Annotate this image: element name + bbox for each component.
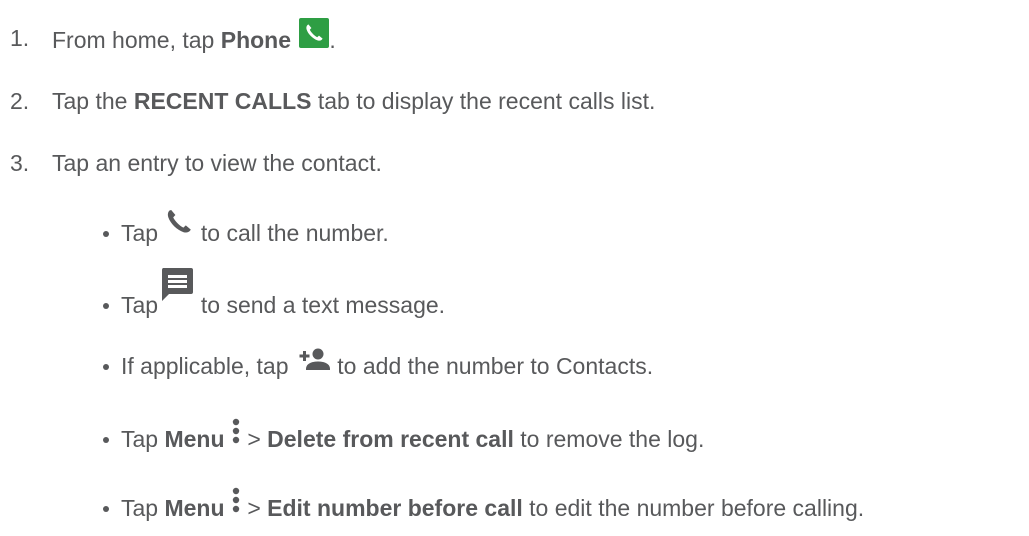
bullet-edit: Tap Menu > Edit number before call to ed… bbox=[103, 487, 865, 522]
step-number: 3. bbox=[10, 150, 30, 176]
bullet-dot bbox=[103, 302, 109, 309]
bullet-text-end: to remove the log. bbox=[513, 426, 705, 452]
step-text-end: tab to display the recent calls list. bbox=[311, 88, 656, 114]
bullet-text: Tap bbox=[121, 495, 165, 521]
add-contact-icon bbox=[299, 348, 331, 372]
menu-label: Menu bbox=[164, 426, 225, 452]
bullet-message: Tap to send a text message. bbox=[103, 268, 446, 319]
step-text-end: . bbox=[329, 27, 336, 53]
bullet-text: Tap bbox=[121, 426, 165, 452]
bullet-text-end: to add the number to Contacts. bbox=[330, 353, 654, 379]
step-number: 2. bbox=[10, 88, 30, 114]
menu-separator: > bbox=[240, 495, 268, 521]
step-text: From home, tap bbox=[52, 27, 221, 53]
step-number: 1. bbox=[10, 25, 30, 51]
bullet-dot bbox=[103, 505, 109, 512]
bullet-dot bbox=[103, 436, 109, 443]
bullet-text-end: to send a text message. bbox=[194, 292, 446, 318]
bullet-delete: Tap Menu > Delete from recent call to re… bbox=[103, 418, 705, 453]
message-icon bbox=[160, 267, 194, 305]
bullet-text-end: to edit the number before calling. bbox=[522, 495, 865, 521]
menu-separator: > bbox=[240, 426, 268, 452]
step-bold: RECENT CALLS bbox=[133, 88, 312, 114]
bullet-dot bbox=[103, 230, 109, 237]
bullet-text: Tap bbox=[121, 220, 165, 246]
bullet-text: Tap bbox=[121, 292, 165, 318]
phone-icon bbox=[164, 207, 194, 237]
menu-action: Edit number before call bbox=[267, 495, 523, 521]
step-bold: Phone bbox=[220, 27, 292, 53]
more-vert-icon bbox=[231, 486, 241, 516]
more-vert-icon bbox=[231, 417, 241, 447]
bullet-dot bbox=[103, 363, 109, 370]
bullet-add-contact: If applicable, tap to add the number to … bbox=[103, 348, 654, 380]
bullet-call: Tap to call the number. bbox=[103, 210, 389, 247]
step-text: Tap an entry to view the contact. bbox=[52, 150, 382, 176]
menu-label: Menu bbox=[164, 495, 225, 521]
phone-app-icon bbox=[299, 18, 330, 48]
step-text: Tap the bbox=[52, 88, 134, 114]
bullet-text: If applicable, tap bbox=[121, 353, 295, 379]
menu-action: Delete from recent call bbox=[267, 426, 514, 452]
bullet-text-end: to call the number. bbox=[200, 220, 389, 246]
